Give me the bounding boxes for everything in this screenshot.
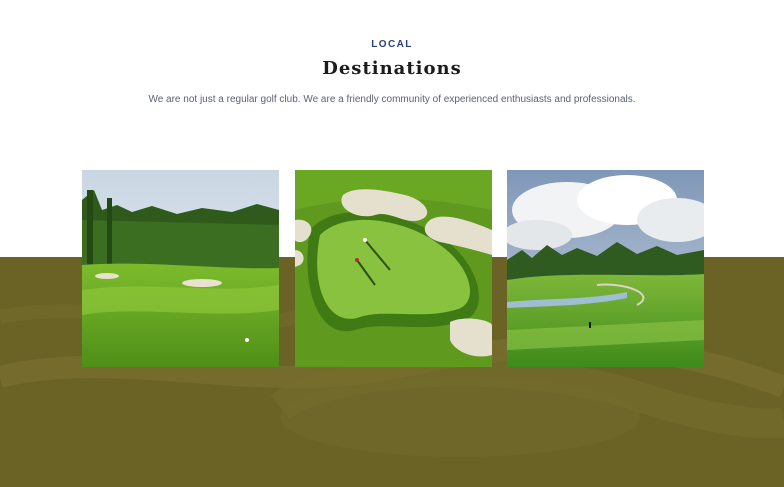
destination-card-3[interactable] — [507, 170, 704, 367]
golf-green-aerial-photo — [295, 170, 492, 367]
destination-card-1[interactable] — [82, 170, 279, 367]
golf-course-clouds-photo — [507, 170, 704, 367]
golf-fairway-forest-photo — [82, 170, 279, 367]
section-eyebrow: LOCAL — [371, 39, 413, 50]
section-subtitle: We are not just a regular golf club. We … — [148, 94, 636, 105]
destination-card-2[interactable] — [295, 170, 492, 367]
section-title: Destinations — [322, 58, 462, 79]
